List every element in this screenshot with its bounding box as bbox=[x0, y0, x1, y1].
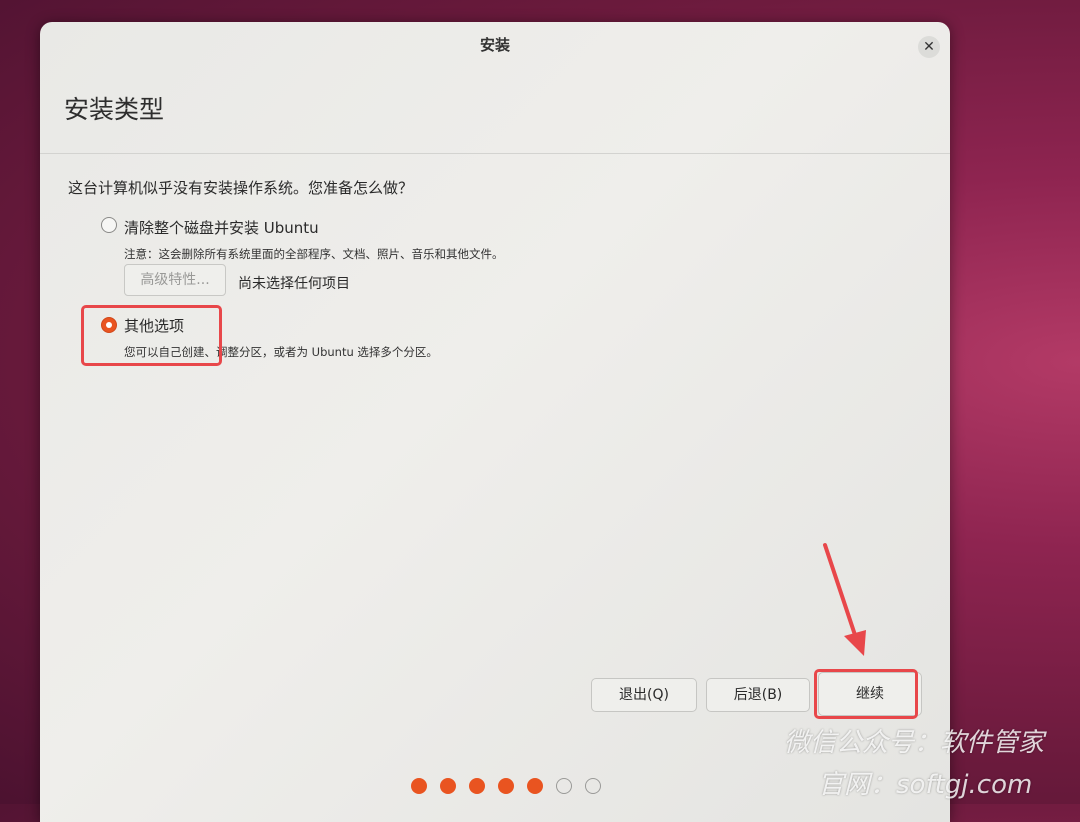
progress-dot bbox=[498, 778, 514, 794]
note-warning-prefix: 注意： bbox=[124, 247, 159, 261]
erase-disk-label[interactable]: 清除整个磁盘并安装 Ubuntu bbox=[124, 217, 319, 238]
quit-button[interactable]: 退出(Q) bbox=[591, 678, 697, 712]
install-question: 这台计算机似乎没有安装操作系统。您准备怎么做？ bbox=[68, 179, 414, 197]
advanced-features-button[interactable]: 高级特性... bbox=[124, 264, 226, 296]
erase-disk-radio[interactable] bbox=[101, 217, 117, 233]
note-warning-text: 这会删除所有系统里面的全部程序、文档、照片、音乐和其他文件。 bbox=[158, 247, 504, 261]
progress-dot bbox=[585, 778, 601, 794]
watermark-line-2: 官网：softgj.com bbox=[818, 770, 1033, 800]
progress-dot bbox=[440, 778, 456, 794]
header-divider bbox=[40, 153, 950, 154]
erase-disk-note: 注意：这会删除所有系统里面的全部程序、文档、照片、音乐和其他文件。 bbox=[124, 246, 504, 262]
progress-dot bbox=[411, 778, 427, 794]
window-title: 安装 bbox=[479, 36, 510, 54]
progress-dot bbox=[556, 778, 572, 794]
title-bar: 安装 ✕ bbox=[40, 22, 950, 68]
close-icon[interactable]: ✕ bbox=[918, 36, 940, 58]
back-button[interactable]: 后退(B) bbox=[706, 678, 810, 712]
advanced-status: 尚未选择任何项目 bbox=[238, 276, 350, 292]
progress-dot bbox=[527, 778, 543, 794]
page-title: 安装类型 bbox=[64, 95, 165, 124]
annotation-box-option bbox=[81, 305, 222, 366]
annotation-box-continue bbox=[814, 669, 918, 719]
installer-window: 安装 ✕ 安装类型 这台计算机似乎没有安装操作系统。您准备怎么做？ 清除整个磁盘… bbox=[40, 22, 950, 822]
watermark-line-1: 微信公众号：软件管家 bbox=[784, 728, 1045, 758]
progress-dot bbox=[469, 778, 485, 794]
